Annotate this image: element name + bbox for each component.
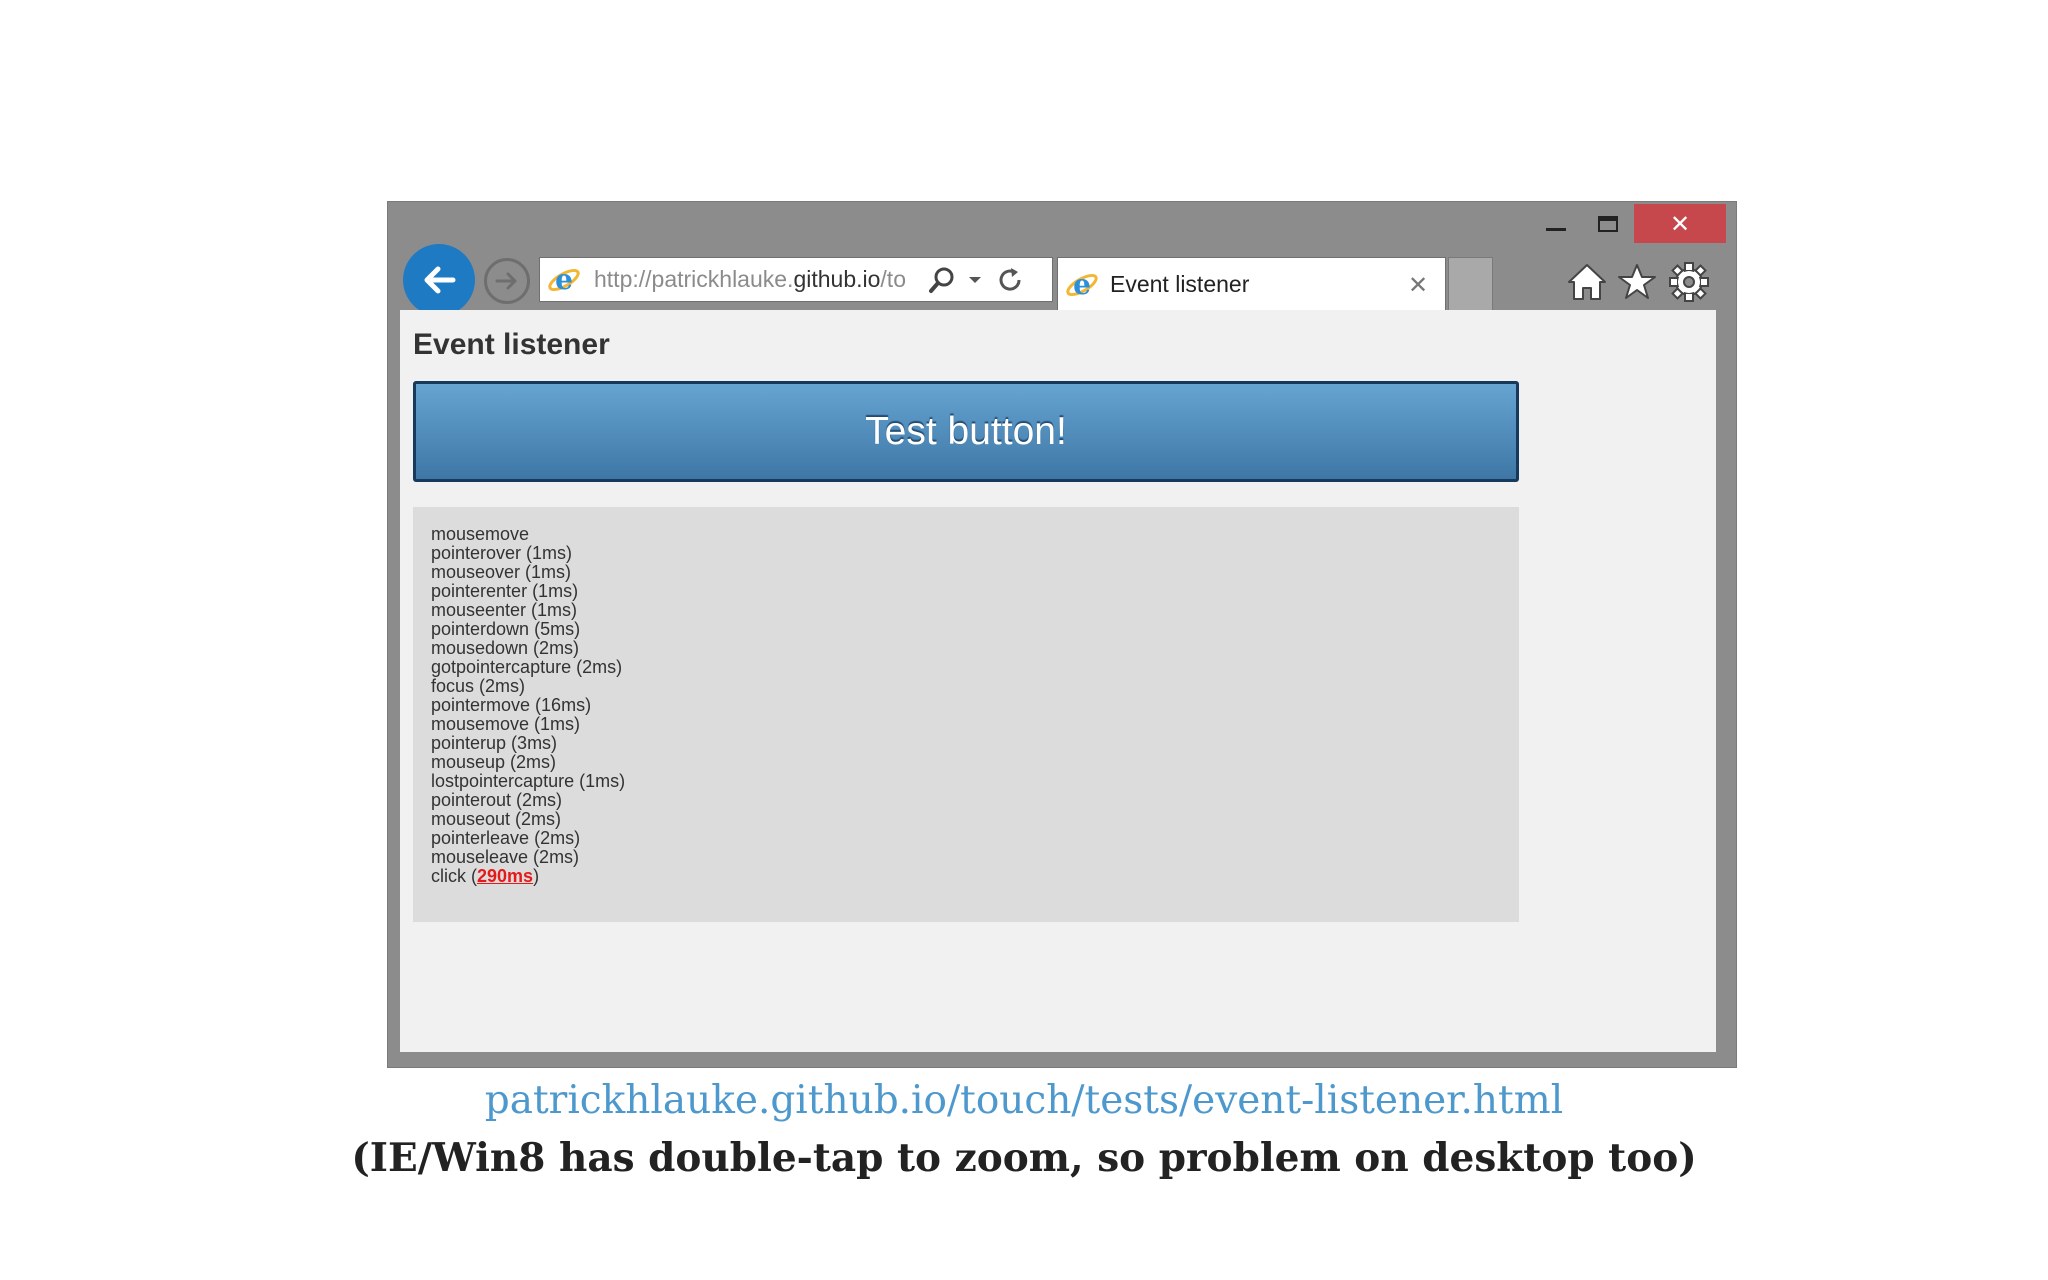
- search-icon: [929, 267, 954, 293]
- page-title: Event listener: [413, 328, 610, 361]
- back-button[interactable]: [403, 244, 475, 316]
- search-button[interactable]: [924, 260, 960, 300]
- log-line: lostpointercapture (1ms): [431, 771, 626, 791]
- click-delay-value: 290ms: [477, 866, 534, 886]
- caption-url-link[interactable]: patrickhlauke.github.io/touch/tests/even…: [0, 1078, 2048, 1123]
- log-line: pointerout (2ms): [431, 790, 563, 810]
- url-host: github.io: [793, 266, 881, 292]
- log-line: mouseenter (1ms): [431, 600, 578, 620]
- url-suffix: /to: [880, 266, 906, 292]
- log-line: pointermove (16ms): [431, 695, 592, 715]
- click-close-paren: ): [533, 866, 540, 886]
- forward-button[interactable]: [484, 258, 530, 304]
- tab-close-button[interactable]: ✕: [1401, 271, 1435, 299]
- svg-text:e: e: [1073, 268, 1091, 301]
- new-tab-button[interactable]: [1448, 257, 1493, 311]
- log-line: focus (2ms): [431, 676, 526, 696]
- log-line: pointerup (3ms): [431, 733, 558, 753]
- tab-title: Event listener: [1110, 271, 1250, 297]
- maximize-button[interactable]: [1583, 204, 1633, 243]
- log-line: mouseup (2ms): [431, 752, 557, 772]
- test-button[interactable]: Test button!: [413, 381, 1519, 482]
- back-arrow-icon: [424, 266, 456, 294]
- close-window-button[interactable]: ✕: [1634, 204, 1726, 243]
- browser-window: ✕ e http://patrickhlauke.github.io/to e …: [387, 201, 1737, 1068]
- log-line: mouseover (1ms): [431, 562, 572, 582]
- favorites-button[interactable]: [1615, 260, 1659, 304]
- log-line: pointerover (1ms): [431, 543, 573, 563]
- address-bar[interactable]: e http://patrickhlauke.github.io/to: [539, 257, 1053, 302]
- minimize-button[interactable]: [1531, 204, 1581, 243]
- url-prefix: http://patrickhlauke.: [594, 266, 794, 292]
- address-dropdown-button[interactable]: [960, 260, 990, 300]
- log-line: mousemove (1ms): [431, 714, 581, 734]
- click-label: click (: [431, 866, 477, 886]
- log-line: pointerenter (1ms): [431, 581, 579, 601]
- home-button[interactable]: [1565, 260, 1609, 304]
- log-line: pointerdown (5ms): [431, 619, 581, 639]
- event-log: mousemove pointerover (1ms) mouseover (1ms…: [413, 507, 1519, 922]
- minimize-icon: [1546, 228, 1566, 231]
- dropdown-arrow-icon: [969, 276, 981, 283]
- svg-text:e: e: [555, 263, 573, 296]
- log-line: mouseleave (2ms): [431, 847, 580, 867]
- url-text[interactable]: http://patrickhlauke.github.io/to: [594, 266, 924, 293]
- log-line-click: click (290ms): [431, 867, 1501, 886]
- log-line: mousemove: [431, 524, 530, 544]
- maximize-icon: [1598, 215, 1618, 232]
- refresh-button[interactable]: [990, 260, 1030, 300]
- log-line: mouseout (2ms): [431, 809, 562, 829]
- page-viewport: Event listener Test button! mousemove poi…: [400, 310, 1716, 1052]
- home-icon: [1568, 264, 1606, 300]
- ie-logo-icon: e: [548, 263, 580, 296]
- settings-gear-icon: [1669, 262, 1709, 302]
- favorites-star-icon: [1618, 264, 1656, 299]
- settings-button[interactable]: [1667, 260, 1711, 304]
- log-line: gotpointercapture (2ms): [431, 657, 623, 677]
- refresh-icon: [999, 267, 1021, 291]
- forward-arrow-icon: [495, 272, 517, 290]
- log-line: mousedown (2ms): [431, 638, 580, 658]
- caption-note: (IE/Win8 has double-tap to zoom, so prob…: [351, 1135, 1697, 1181]
- tab-event-listener[interactable]: e Event listener ✕: [1057, 257, 1446, 311]
- tab-ie-logo-icon: e: [1066, 268, 1098, 301]
- log-line: pointerleave (2ms): [431, 828, 581, 848]
